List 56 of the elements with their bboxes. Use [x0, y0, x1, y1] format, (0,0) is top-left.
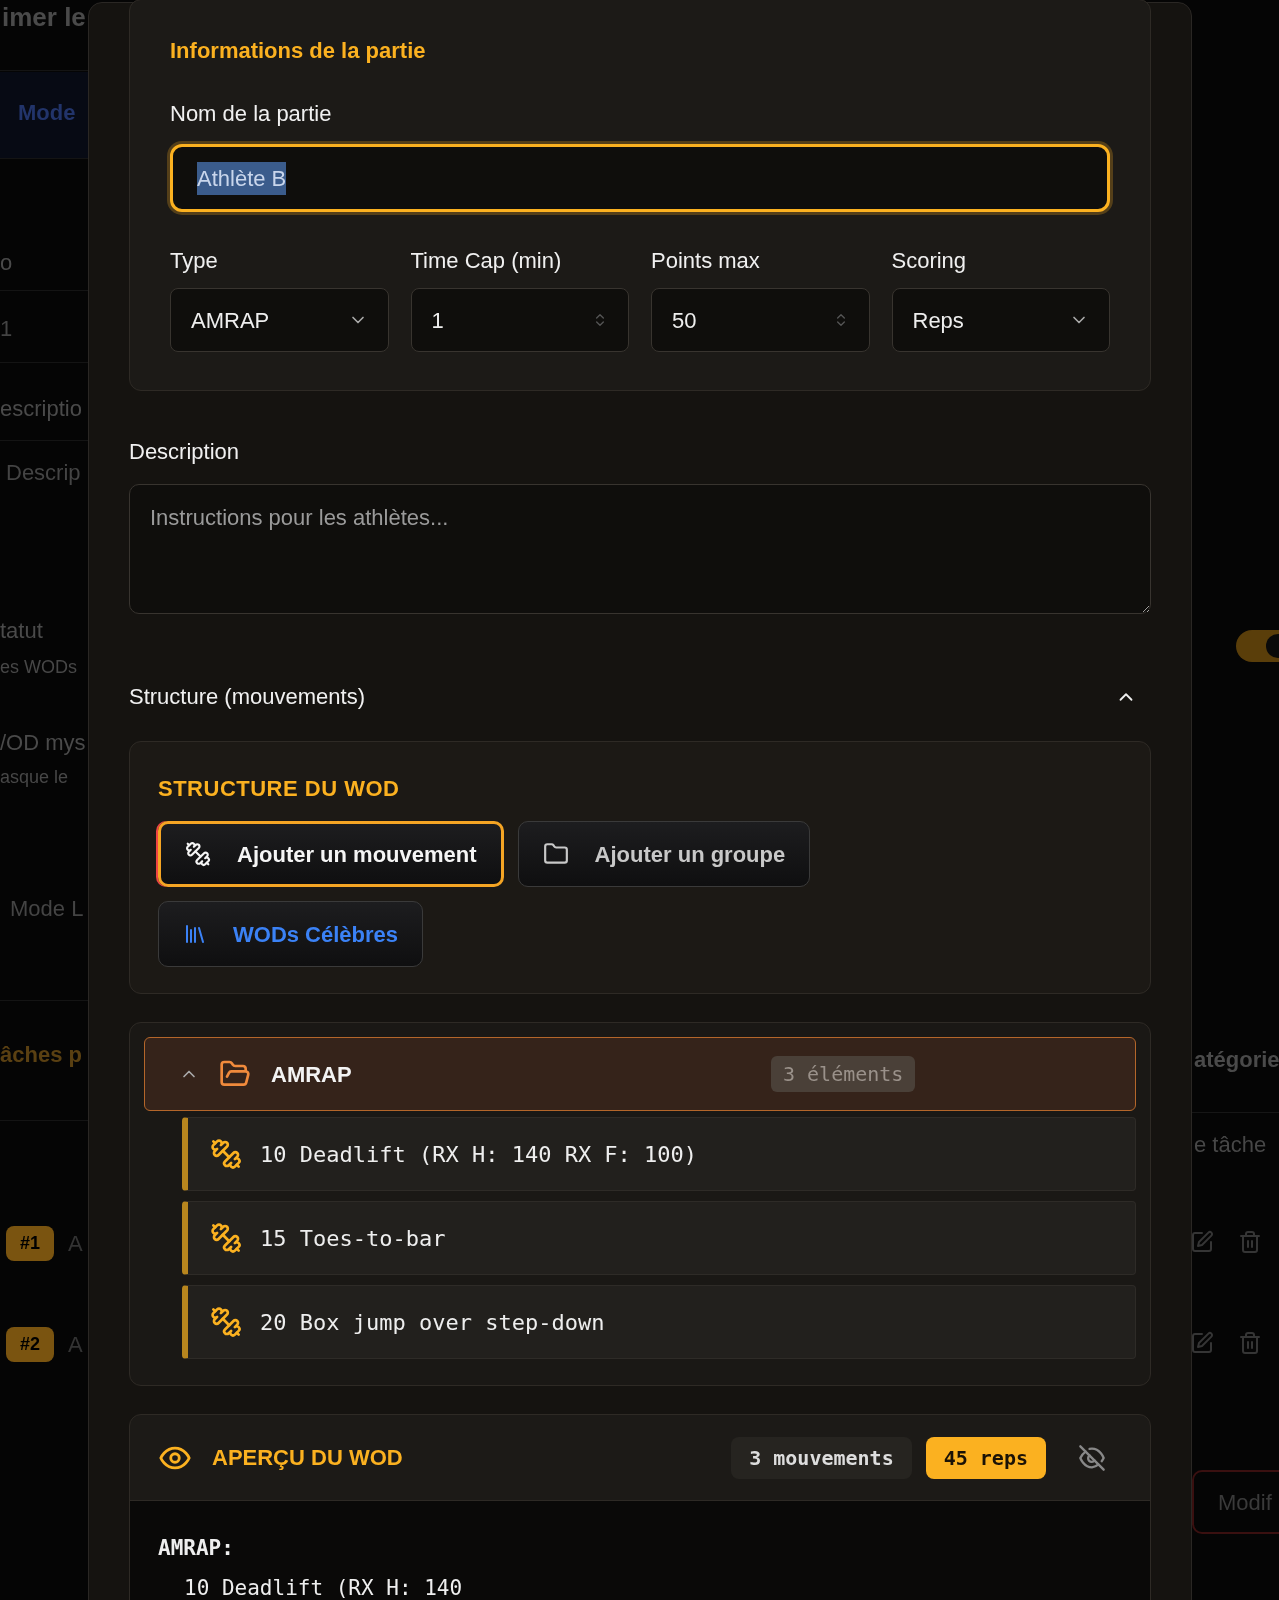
rank-badge: #1: [6, 1226, 55, 1261]
dumbbell-icon: [210, 1222, 242, 1254]
number-field[interactable]: 1: [410, 288, 629, 352]
reps-count: 45 reps: [925, 1436, 1046, 1479]
group-header[interactable]: AMRAP 3 éléments: [144, 1037, 1136, 1111]
field-label: Description: [129, 438, 241, 466]
field-label: Nom de la partie: [170, 100, 333, 128]
description-field[interactable]: Instructions pour les athlètes...: [129, 484, 1151, 614]
background-text: tatut: [0, 617, 43, 645]
background-text: âches p: [0, 1041, 82, 1069]
builder-title: STRUCTURE DU WOD: [158, 775, 401, 803]
movement-row[interactable]: 20 Box jump over step-down: [182, 1285, 1136, 1359]
movement-row[interactable]: 10 Deadlift (RX H: 140 RX F: 100): [182, 1117, 1136, 1191]
dumbbell-icon: [210, 1306, 242, 1338]
background-text: atégorie: [1194, 1046, 1279, 1074]
movement-row[interactable]: 15 Toes-to-bar: [182, 1201, 1136, 1275]
select-field[interactable]: Reps: [891, 288, 1110, 352]
field-label: Scoring: [891, 247, 968, 274]
section-heading: Structure (mouvements): [129, 683, 365, 711]
add-group-button[interactable]: Ajouter un groupe: [517, 821, 811, 887]
preview-header-line: AMRAP:: [158, 1535, 235, 1562]
trash-icon[interactable]: [1238, 1331, 1262, 1355]
group-name: AMRAP: [271, 1060, 353, 1089]
field-label: Type: [170, 247, 219, 274]
preview-title: APERÇU DU WOD: [212, 1444, 404, 1472]
background-text: Mode L: [10, 895, 84, 923]
edit-icon[interactable]: [1190, 1230, 1214, 1254]
hide-icon[interactable]: [1078, 1443, 1106, 1472]
background-text: es WODs: [0, 656, 77, 679]
name-field[interactable]: Athlète B: [170, 144, 1110, 212]
famous-wods-button[interactable]: WODs Célèbres: [158, 901, 424, 967]
number-field[interactable]: 50: [651, 288, 870, 352]
folder-icon: [542, 841, 569, 867]
add-movement-button[interactable]: Ajouter un mouvement: [158, 821, 504, 887]
dumbbell-icon: [210, 1138, 242, 1170]
background-text: escriptio: [0, 395, 82, 423]
dumbbell-icon: [185, 841, 211, 867]
preview-line: 10 Deadlift (RX H: 140: [183, 1574, 464, 1600]
trash-icon[interactable]: [1238, 1230, 1262, 1254]
field-label: Points max: [651, 247, 761, 274]
rank-badge: #2: [6, 1327, 55, 1362]
background-text: o: [0, 249, 13, 277]
library-icon: [183, 922, 207, 946]
background-text: e tâche: [1194, 1131, 1267, 1159]
background-text: asque le: [0, 766, 69, 789]
background-text: 1: [0, 315, 13, 343]
toggle-switch[interactable]: [1236, 630, 1279, 662]
field-label: Time Cap (min): [410, 247, 563, 274]
edit-icon[interactable]: [1190, 1331, 1214, 1355]
count-badge: 3 éléments: [771, 1056, 916, 1092]
background-text: Descrip: [6, 459, 81, 487]
background-text: /OD mys: [0, 729, 86, 757]
select-field[interactable]: AMRAP: [170, 288, 389, 352]
movements-count: 3 mouvements: [731, 1436, 912, 1479]
background-text: imer le: [2, 1, 86, 34]
section-title: Informations de la partie: [170, 37, 427, 65]
